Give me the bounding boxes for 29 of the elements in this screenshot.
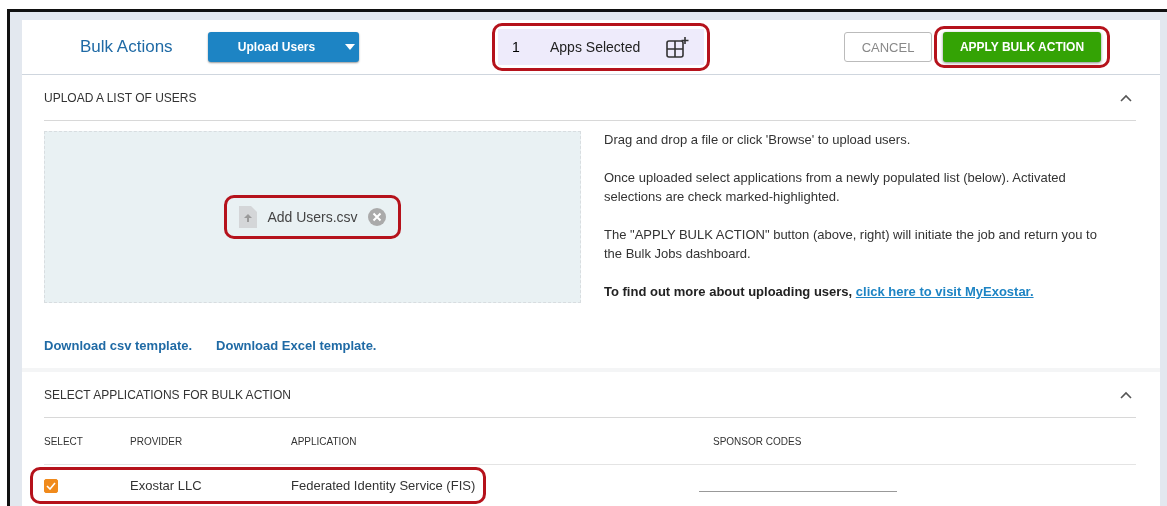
column-header: APPLICATION [291, 435, 358, 447]
apps-count: 1 [512, 39, 521, 55]
instruction-text: Drag and drop a file or click 'Browse' to upload users. [604, 131, 912, 149]
apply-bulk-action-button[interactable]: APPLY BULK ACTION [943, 32, 1101, 62]
file-name: Add Users.csv [267, 209, 358, 225]
cancel-button[interactable]: CANCEL [844, 32, 932, 62]
column-header: SPONSOR CODES [713, 435, 802, 447]
file-upload-icon [239, 206, 258, 228]
collapse-icon[interactable] [1120, 390, 1132, 399]
table-cell-text: Exostar LLC [130, 478, 203, 493]
instruction-text: The "APPLY BULK ACTION" button (above, right) will initiate the job and return you to the Bulk Jobs dashboard. [604, 226, 1098, 263]
caret-icon [345, 44, 356, 50]
checkbox[interactable] [44, 479, 58, 493]
apps-selected-label: Apps Selected [550, 39, 642, 55]
table-cell-text: Federated Identity Service (FIS) [291, 478, 477, 493]
myexostar-link[interactable]: click here to visit MyExostar. [855, 284, 1034, 299]
column-header: SELECT [44, 435, 84, 447]
column-header: PROVIDER [130, 435, 184, 447]
section-title: SELECT APPLICATIONS FOR BULK ACTION [44, 387, 291, 402]
page-title: Bulk Actions [80, 37, 174, 57]
drop-zone[interactable]: Add Users.csv [44, 131, 581, 303]
upload-users-button[interactable]: Upload Users [208, 32, 359, 62]
download-link[interactable]: Download csv template. [44, 337, 193, 353]
section-title: UPLOAD A LIST OF USERS [44, 90, 197, 105]
instruction-text: Once uploaded select applications from a newly populated list (below). Activated selections are check marked-highlighted. [604, 169, 1067, 206]
more-info-text: To find out more about uploading users, click here to visit MyExostar. [604, 283, 1035, 301]
add-grid-icon[interactable] [666, 36, 690, 58]
collapse-icon[interactable] [1120, 93, 1132, 102]
download-link[interactable]: Download Excel template. [216, 337, 377, 353]
